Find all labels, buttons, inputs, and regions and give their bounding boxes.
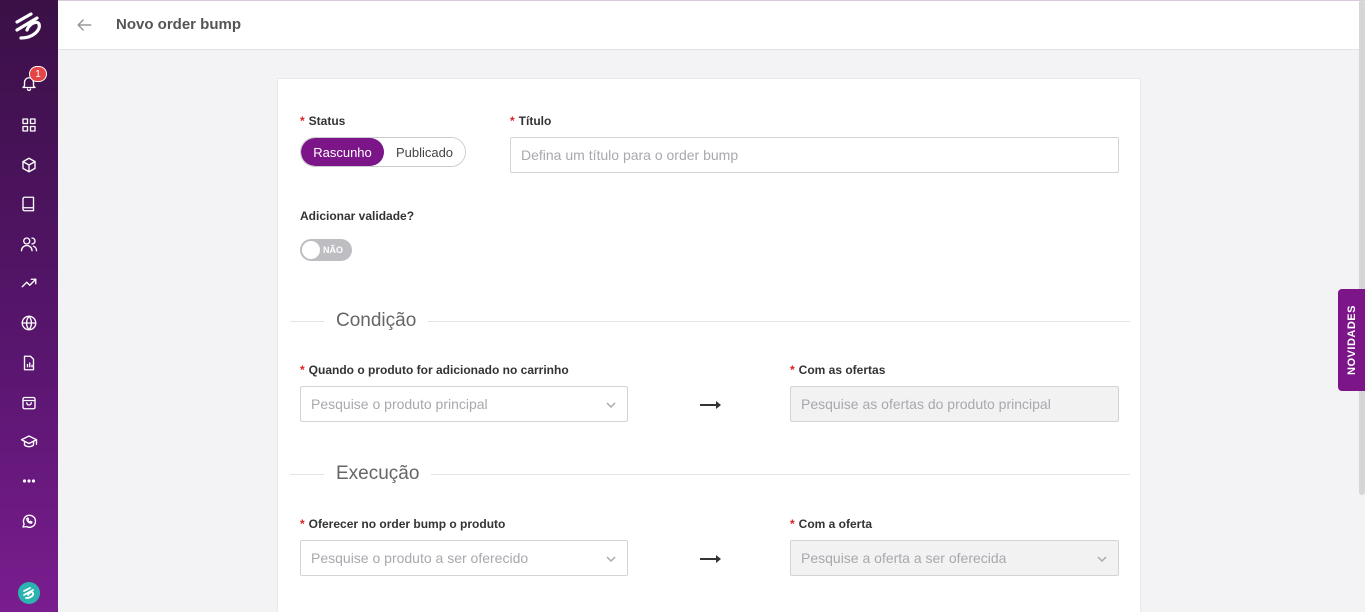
status-option-rascunho[interactable]: Rascunho [301, 138, 384, 166]
sidebar: 1 [0, 0, 58, 612]
condition-section-title: Condição [324, 310, 429, 332]
dashboard-icon[interactable] [19, 115, 39, 135]
bag-icon[interactable] [19, 392, 39, 412]
page-title: Novo order bump [116, 16, 242, 33]
book-icon[interactable] [19, 194, 39, 214]
status-option-publicado[interactable]: Publicado [384, 138, 465, 166]
chevron-down-icon [605, 398, 617, 410]
execution-product-label: * Oferecer no order bump o produto [300, 517, 506, 531]
more-icon[interactable] [19, 471, 39, 491]
box-icon[interactable] [19, 155, 39, 175]
arrow-right-icon [699, 552, 723, 566]
status-label: * Status [300, 114, 346, 128]
back-arrow-icon[interactable] [74, 15, 94, 35]
novidades-label: NOVIDADES [1345, 305, 1358, 375]
status-toggle: Rascunho Publicado [300, 137, 466, 167]
offered-product-select[interactable]: Pesquise o produto a ser oferecido [300, 540, 628, 576]
graduation-icon[interactable] [19, 432, 39, 452]
title-label: * Título [510, 114, 552, 128]
order-bump-form: * Status Rascunho Publicado * Título Defin… [277, 78, 1141, 612]
main-offers-input[interactable]: Pesquise as ofertas do produto principal [790, 386, 1119, 422]
execution-offer-label: * Com a oferta [790, 517, 873, 531]
execution-section-title: Execução [324, 463, 432, 485]
chevron-down-icon [605, 552, 617, 564]
top-header: Novo order bump [58, 0, 1365, 50]
main-product-select[interactable]: Pesquise o produto principal [300, 386, 628, 422]
validity-switch[interactable]: NÃO [300, 239, 352, 261]
novidades-tab[interactable]: NOVIDADES [1338, 289, 1365, 391]
notification-badge: 1 [29, 66, 47, 82]
report-icon[interactable] [19, 353, 39, 373]
title-input[interactable]: Defina um título para o order bump [510, 137, 1119, 173]
avatar[interactable] [18, 582, 40, 604]
chevron-down-icon [1096, 552, 1108, 564]
page-scrollbar[interactable] [1359, 0, 1365, 495]
offered-offer-select[interactable]: Pesquise a oferta a ser oferecida [790, 540, 1119, 576]
switch-knob [302, 241, 320, 259]
globe-icon[interactable] [19, 313, 39, 333]
users-icon[interactable] [19, 234, 39, 254]
arrow-right-icon [699, 398, 723, 412]
condition-offers-label: * Com as ofertas [790, 363, 886, 377]
whatsapp-icon[interactable] [19, 511, 39, 531]
condition-product-label: * Quando o produto for adicionado no carr… [300, 363, 569, 377]
switch-text: NÃO [323, 245, 343, 255]
trending-icon[interactable] [19, 273, 39, 293]
validity-label: Adicionar validade? [300, 209, 415, 223]
brand-logo[interactable] [9, 6, 49, 46]
